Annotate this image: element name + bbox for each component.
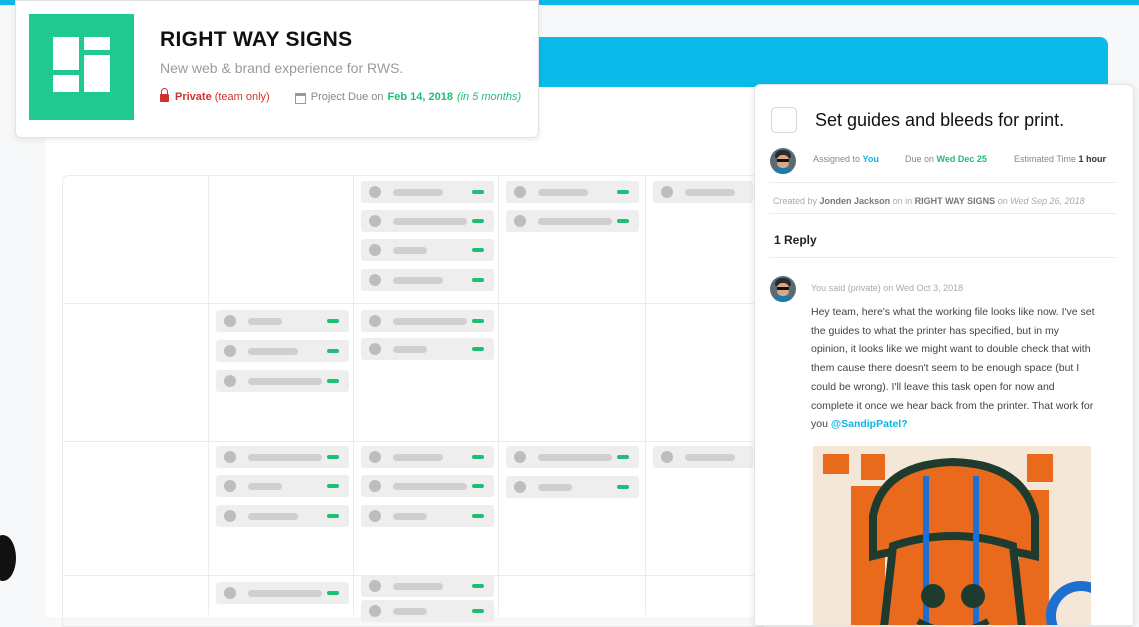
grid-col-divider (645, 175, 646, 615)
status-dot-icon (369, 510, 381, 522)
project-meta: Private (team only) Project Due on Feb 1… (160, 88, 522, 104)
due-date-field[interactable]: Due on Wed Dec 25 (905, 154, 987, 164)
project-banner (500, 37, 1108, 87)
board-card[interactable] (361, 505, 494, 527)
board-card[interactable] (506, 446, 639, 468)
status-dot-icon (224, 480, 236, 492)
status-dot-icon (514, 186, 526, 198)
grid-col-divider (498, 175, 499, 615)
grid-row-divider (62, 303, 762, 304)
grid-row-divider (62, 441, 762, 442)
privacy-label[interactable]: Private (175, 91, 212, 103)
status-dot-icon (661, 451, 673, 463)
status-dot-icon (224, 510, 236, 522)
project-title: RIGHT WAY SIGNS (160, 28, 353, 51)
board-card[interactable] (361, 269, 494, 291)
divider (769, 213, 1117, 214)
divider (769, 182, 1117, 183)
grid-col-divider (353, 175, 354, 615)
due-label: Due on (905, 154, 935, 164)
estimate-field[interactable]: Estimated Time 1 hour (1014, 154, 1106, 164)
status-dot-icon (224, 375, 236, 387)
estimate-value[interactable]: 1 hour (1079, 154, 1107, 164)
project-logo-icon (29, 14, 134, 120)
task-title[interactable]: Set guides and bleeds for print. (815, 110, 1064, 131)
divider (769, 257, 1117, 258)
grid-col-divider (208, 175, 209, 615)
project-due-date[interactable]: Feb 14, 2018 (388, 91, 453, 103)
status-dot-icon (224, 451, 236, 463)
reply-count: 1 Reply (774, 233, 817, 247)
task-complete-checkbox[interactable] (771, 107, 797, 133)
status-dot-icon (514, 451, 526, 463)
status-dot-icon (514, 481, 526, 493)
privacy-note: (team only) (214, 91, 270, 103)
status-dot-icon (661, 186, 673, 198)
board-card[interactable] (361, 181, 494, 203)
board-card[interactable] (216, 446, 349, 468)
status-dot-icon (369, 451, 381, 463)
project-due-relative: (in 5 months) (456, 91, 522, 103)
status-dot-icon (369, 274, 381, 286)
status-dot-icon (369, 605, 381, 617)
project-header-card: RIGHT WAY SIGNS New web & brand experien… (15, 0, 539, 138)
board-card[interactable] (361, 310, 494, 332)
board-card[interactable] (653, 181, 753, 203)
avatar (770, 276, 796, 302)
avatar (770, 148, 796, 174)
board-card[interactable] (361, 210, 494, 232)
status-dot-icon (369, 343, 381, 355)
assignee-field[interactable]: Assigned to You (813, 154, 879, 164)
board-card[interactable] (216, 310, 349, 332)
board-card[interactable] (216, 475, 349, 497)
attachment-artwork (813, 446, 1091, 625)
calendar-icon (294, 92, 306, 104)
board-card[interactable] (361, 239, 494, 261)
estimate-label: Estimated Time (1014, 154, 1077, 164)
board-card[interactable] (506, 210, 639, 232)
status-dot-icon (224, 315, 236, 327)
status-dot-icon (369, 186, 381, 198)
board-card[interactable] (506, 476, 639, 498)
status-dot-icon (224, 587, 236, 599)
board-card[interactable] (216, 505, 349, 527)
board-card[interactable] (216, 582, 349, 604)
due-date[interactable]: Wed Dec 25 (937, 154, 987, 164)
project-link[interactable]: RIGHT WAY SIGNS (915, 196, 996, 206)
status-dot-icon (224, 345, 236, 357)
status-dot-icon (369, 315, 381, 327)
board-card[interactable] (216, 370, 349, 392)
status-dot-icon (369, 244, 381, 256)
board-card[interactable] (216, 340, 349, 362)
assigned-label: Assigned to (813, 154, 861, 164)
board-card[interactable] (361, 338, 494, 360)
board-card[interactable] (361, 600, 494, 622)
comment-header: You said (private) on Wed Oct 3, 2018 (811, 283, 964, 293)
created-date: Wed Sep 26, 2018 (1010, 196, 1085, 206)
board-card[interactable] (361, 446, 494, 468)
board-card[interactable] (653, 446, 753, 468)
comment-text: Hey team, here's what the working file l… (811, 306, 1095, 431)
lock-icon (160, 88, 169, 102)
mention-link[interactable]: @SandipPatel? (831, 418, 908, 430)
status-dot-icon (369, 580, 381, 592)
status-dot-icon (369, 215, 381, 227)
assignee-name[interactable]: You (863, 154, 879, 164)
attachment-image[interactable] (813, 446, 1091, 625)
help-bubble-icon[interactable] (0, 535, 16, 581)
status-dot-icon (514, 215, 526, 227)
creator-name[interactable]: Jonden Jackson (820, 196, 891, 206)
board-card[interactable] (506, 181, 639, 203)
board-card[interactable] (361, 475, 494, 497)
task-detail-panel: Set guides and bleeds for print. Assigne… (754, 84, 1134, 626)
status-dot-icon (369, 480, 381, 492)
project-subtitle: New web & brand experience for RWS. (160, 60, 404, 76)
created-info: Created by Jonden Jackson on in RIGHT WA… (773, 196, 1085, 206)
comment-body: Hey team, here's what the working file l… (811, 303, 1096, 434)
project-due-label: Project Due on (310, 91, 384, 103)
board-card[interactable] (361, 575, 494, 597)
